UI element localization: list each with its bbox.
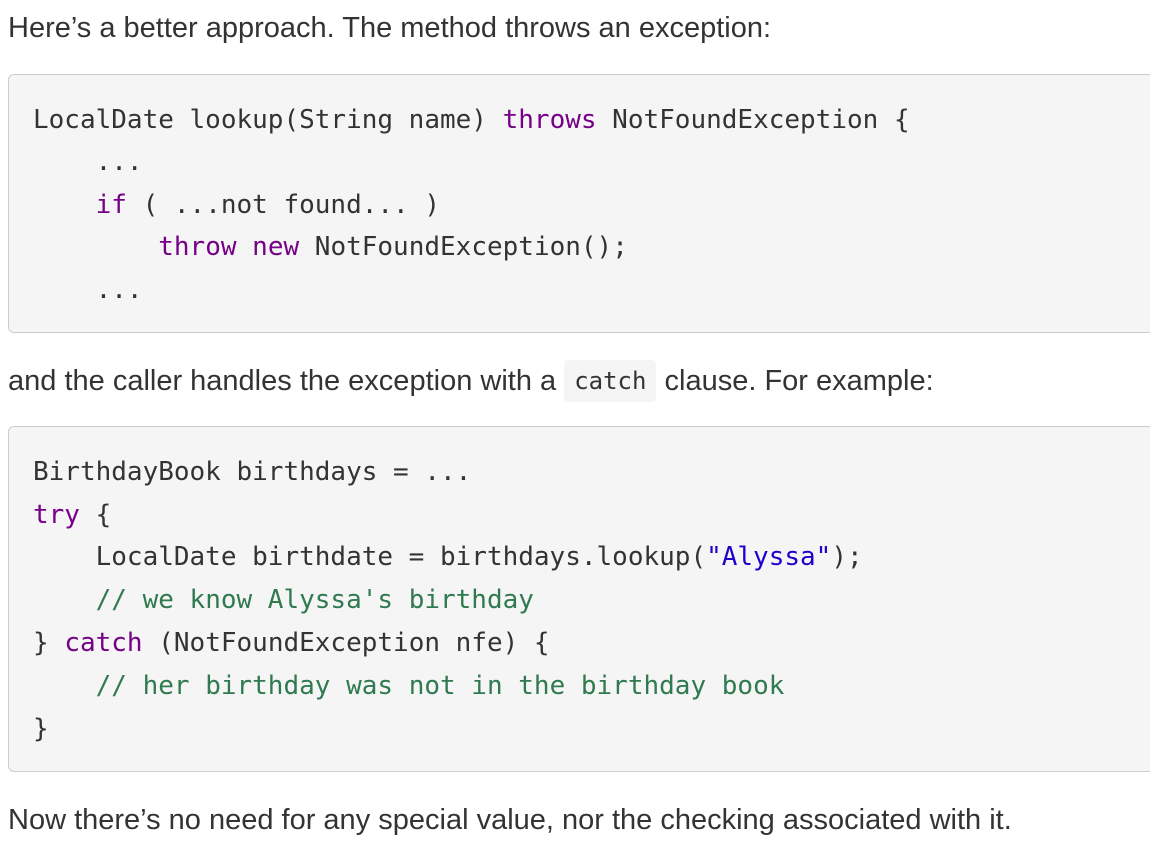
code-comment: // we know Alyssa's birthday: [95, 585, 534, 615]
code-block-try-catch: BirthdayBook birthdays = ... try { LocalD…: [8, 426, 1150, 772]
code-comment: // her birthday was not in the birthday …: [95, 671, 785, 701]
middle-text-before: and the caller handles the exception wit…: [8, 365, 565, 397]
code-keyword: if: [95, 190, 127, 220]
code-token: }: [33, 714, 49, 744]
code-keyword: throw: [158, 232, 237, 262]
outro-paragraph: Now there’s no need for any special valu…: [8, 804, 1012, 836]
inline-code-catch: catch: [564, 360, 657, 402]
code-line: } catch (NotFoundException nfe) {: [33, 625, 550, 661]
code-token: LocalDate lookup(String name): [33, 105, 503, 135]
code-line: LocalDate birthdate = birthdays.lookup("…: [33, 539, 863, 575]
code-token: LocalDate birthdate = birthdays.lookup(: [33, 542, 707, 572]
code-token: BirthdayBook birthdays = ...: [33, 457, 472, 487]
code-line: }: [33, 711, 49, 747]
code-keyword: new: [252, 232, 300, 262]
code-token: ...: [33, 147, 143, 177]
code-line: if ( ...not found... ): [33, 187, 440, 223]
code-block-lookup: LocalDate lookup(String name) throws Not…: [8, 74, 1150, 333]
code-keyword: catch: [64, 628, 143, 658]
code-line: ...: [33, 144, 143, 180]
code-keyword: throws: [502, 105, 597, 135]
middle-text-after: clause. For example:: [656, 365, 934, 397]
code-keyword: try: [33, 500, 80, 530]
intro-paragraph: Here’s a better approach. The method thr…: [8, 12, 772, 44]
code-token: NotFoundException();: [299, 232, 628, 262]
code-string: "Alyssa": [706, 542, 832, 572]
code-line: // we know Alyssa's birthday: [33, 582, 534, 618]
code-line: // her birthday was not in the birthday …: [33, 668, 785, 704]
code-token: {: [79, 500, 112, 530]
code-token: );: [831, 542, 863, 572]
code-token: }: [33, 628, 65, 658]
code-token: ( ...not found... ): [126, 190, 441, 220]
code-token: ...: [33, 275, 143, 305]
code-line: try {: [33, 497, 111, 533]
code-token: (NotFoundException nfe) {: [142, 628, 550, 658]
code-line: LocalDate lookup(String name) throws Not…: [33, 102, 910, 138]
code-token: NotFoundException {: [596, 105, 910, 135]
code-line: throw new NotFoundException();: [33, 229, 628, 265]
middle-paragraph: and the caller handles the exception wit…: [8, 360, 934, 402]
code-line: ...: [33, 272, 143, 308]
code-line: BirthdayBook birthdays = ...: [33, 454, 471, 490]
